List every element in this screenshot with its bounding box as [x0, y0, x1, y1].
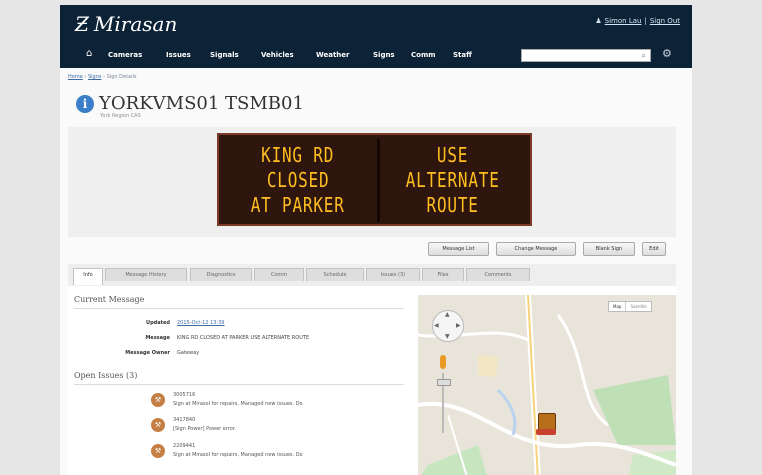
message-value: KING RD CLOSED AT PARKER USE ALTERNATE R…	[177, 335, 310, 341]
map-type-satellite[interactable]: Satellite	[625, 302, 650, 311]
tab-info[interactable]: Info	[73, 268, 103, 285]
message-list-button[interactable]: Message List	[428, 242, 489, 256]
sign-display: KING RD CLOSED AT PARKER USE ALTERNATE R…	[217, 133, 532, 226]
tab-comm[interactable]: Comm	[254, 268, 304, 281]
nav-item-issues[interactable]: Issues	[166, 51, 191, 59]
section-divider	[74, 308, 404, 309]
page-subtitle: York Region CAS	[100, 113, 141, 119]
nav-item-staff[interactable]: Staff	[453, 51, 472, 59]
sign-line: CLOSED	[266, 168, 330, 192]
issue-description: [Sign Power] Power error.	[173, 426, 237, 432]
map-type-map[interactable]: Map	[609, 302, 625, 311]
location-map[interactable]: Map Satellite ▲ ▼ ◀ ▶	[418, 295, 676, 475]
section-divider	[74, 384, 404, 385]
sign-panel-left: KING RD CLOSED AT PARKER	[223, 139, 373, 222]
change-message-button[interactable]: Change Message	[496, 242, 576, 256]
nav-item-weather[interactable]: Weather	[316, 51, 349, 59]
user-icon: ♟	[595, 17, 602, 25]
nav-item-signs[interactable]: Signs	[373, 51, 395, 59]
breadcrumb-current: Sign Details	[106, 74, 137, 80]
gear-icon[interactable]: ⚙	[662, 47, 672, 60]
page: Ƶ Mirasan ♟ Simon Lau | Sign Out ⌂ Cameras I…	[60, 5, 692, 475]
tab-diagnostics[interactable]: Diagnostics	[190, 268, 252, 281]
current-message-heading: Current Message	[74, 295, 145, 304]
home-icon[interactable]: ⌂	[86, 49, 92, 59]
updated-label: Updated	[146, 320, 170, 326]
user-separator: |	[644, 17, 647, 25]
sign-line: USE	[437, 143, 469, 167]
issue-icon: ⚒	[151, 444, 165, 458]
main-nav: ⌂ Cameras Issues Signals Vehicles Weathe…	[60, 41, 692, 68]
page-title: YORKVMS01 TSMB01	[99, 93, 304, 114]
sign-line: AT PARKER	[251, 193, 345, 217]
sign-line: ROUTE	[426, 193, 480, 217]
pan-control-icon[interactable]: ▲ ▼ ◀ ▶	[432, 310, 464, 342]
updated-value[interactable]: 2015-Oct-12 13:39	[177, 320, 224, 326]
tab-schedule[interactable]: Schedule	[306, 268, 364, 281]
issue-description: Sign at Mirasol for repairs, Managed new…	[173, 401, 303, 407]
nav-item-cameras[interactable]: Cameras	[108, 51, 142, 59]
issue-id-link[interactable]: 3005716	[173, 392, 195, 398]
edit-button[interactable]: Edit	[642, 242, 666, 256]
issue-id-link[interactable]: 3417840	[173, 417, 195, 423]
sign-line: KING RD	[261, 143, 335, 167]
issue-id-link[interactable]: 2209441	[173, 443, 195, 449]
sign-out-link[interactable]: Sign Out	[650, 17, 680, 25]
user-menu: ♟ Simon Lau | Sign Out	[592, 17, 680, 25]
tab-issues[interactable]: Issues (3)	[366, 268, 420, 281]
search-input[interactable]: ⌕	[521, 49, 651, 62]
issue-icon: ⚒	[151, 393, 165, 407]
app-name: Mirasan	[93, 12, 178, 36]
nav-item-vehicles[interactable]: Vehicles	[261, 51, 294, 59]
open-issues-heading: Open Issues (3)	[74, 371, 138, 380]
issue-description: Sign at Mirasol for repairs, Managed new…	[173, 452, 303, 458]
tab-message-history[interactable]: Message History	[105, 268, 187, 281]
tab-files[interactable]: Files	[422, 268, 464, 281]
breadcrumb-home[interactable]: Home	[68, 74, 83, 80]
zoom-slider-handle[interactable]	[437, 379, 451, 386]
app-logo[interactable]: Ƶ Mirasan	[75, 11, 177, 37]
tab-comments[interactable]: Comments	[466, 268, 530, 281]
breadcrumb-signs[interactable]: Signs	[88, 74, 102, 80]
breadcrumb: Home › Signs › Sign Details	[68, 74, 137, 80]
message-label: Message	[145, 335, 170, 341]
blank-sign-button[interactable]: Blank Sign	[583, 242, 635, 256]
road-closure-marker-icon[interactable]	[536, 429, 556, 435]
nav-item-signals[interactable]: Signals	[210, 51, 239, 59]
info-icon: i	[76, 95, 94, 113]
map-type-toggle[interactable]: Map Satellite	[608, 301, 652, 312]
search-icon[interactable]: ⌕	[642, 51, 646, 61]
sign-line: ALTERNATE	[406, 168, 500, 192]
message-owner-value: Gateway	[177, 350, 200, 356]
street-view-pegman-icon[interactable]	[440, 355, 446, 369]
logo-mark-icon: Ƶ	[75, 12, 89, 36]
message-owner-label: Message Owner	[125, 350, 170, 356]
issue-icon: ⚒	[151, 418, 165, 432]
nav-item-comm[interactable]: Comm	[411, 51, 436, 59]
user-name-link[interactable]: Simon Lau	[605, 17, 642, 25]
sign-panel-right: USE ALTERNATE ROUTE	[377, 139, 526, 222]
